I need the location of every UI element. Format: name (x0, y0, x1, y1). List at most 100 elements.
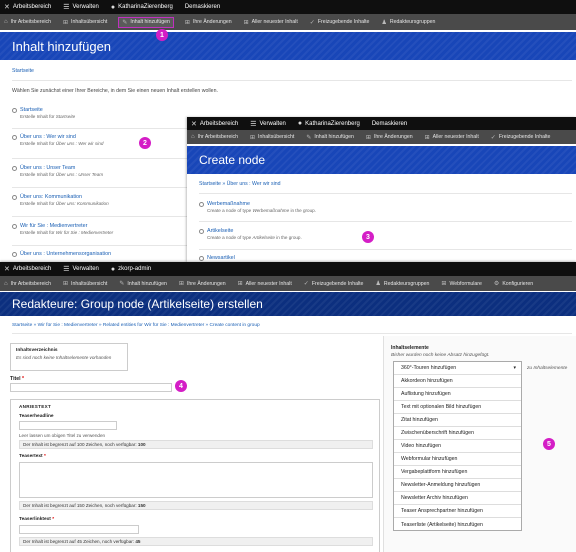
pencil-icon: ✎ (119, 281, 125, 287)
x-logo-icon: ✕ (4, 266, 10, 273)
toolbar-item-demaskieren[interactable]: Demaskieren (185, 4, 220, 10)
dropdown-option[interactable]: Zitat hinzufügen (394, 414, 521, 427)
dropdown-option[interactable]: Teaserliste (Artikelseite) hinzufügen (394, 518, 521, 531)
divider (12, 333, 572, 334)
chevron-circle-icon (12, 107, 17, 113)
sitemap-icon: ⊞ (424, 134, 430, 141)
tray-item-inhalt-hinzufuegen[interactable]: ✎ Inhalt hinzufügen (118, 16, 174, 28)
dropdown-option[interactable]: Akkordeon hinzufügen (394, 375, 521, 388)
step-badge: 4 (175, 380, 187, 392)
teaser-link-input[interactable] (19, 525, 139, 534)
list-item[interactable]: Newsartikel (199, 255, 572, 261)
paragraph-type-dropdown[interactable]: 360°-Touren hinzufügen ▾ Akkordeon hinzuf… (393, 361, 522, 531)
dropdown-option[interactable]: Vergabeplattform hinzufügen (394, 466, 521, 479)
tray-item-neuester-inhalt[interactable]: ⊞ Aller neuester Inhalt (237, 280, 292, 288)
dropdown-option[interactable]: 360°-Touren hinzufügen ▾ (394, 362, 521, 375)
user-icon: ● (110, 3, 116, 11)
check-icon: ✓ (490, 134, 496, 141)
toolbar-item-verwalten[interactable]: ☰ Verwalten (250, 120, 286, 128)
page-title: Redakteure: Group node (Artikelseite) er… (12, 297, 263, 311)
sitemap-icon: ⊞ (237, 281, 243, 287)
tray-item-webformulare[interactable]: ⊞ Webformulare (441, 280, 482, 288)
home-icon: ⌂ (4, 280, 8, 287)
step-badge: 1 (156, 29, 168, 41)
dropdown-option[interactable]: Webformular hinzufügen (394, 453, 521, 466)
toc-empty: Es sind noch keine Inhaltselemente vorha… (16, 355, 112, 360)
tray-item-neuester-inhalt[interactable]: ⊞ Aller neuester Inhalt (244, 19, 298, 26)
teaser-headline-input[interactable] (19, 421, 117, 430)
dropdown-option[interactable]: Zwischenüberschrift hinzufügen (394, 427, 521, 440)
list-item[interactable]: Werbemaßnahme Create a node of type Werb… (199, 201, 572, 213)
toolbar-item-arbeitsbereich[interactable]: ✕ Arbeitsbereich (4, 265, 51, 273)
toc-box: Inhaltsverzeichnis Es sind noch keine In… (10, 343, 128, 371)
breadcrumb[interactable]: Startseite » Wir für Sie : Medienvertret… (0, 323, 260, 328)
screen-create-node: ✕ Arbeitsbereich ☰ Verwalten ● KatharinaZie… (187, 117, 576, 262)
teaser-text-area[interactable] (19, 462, 373, 498)
chevron-circle-icon (12, 251, 17, 257)
dropdown-option[interactable]: Newsletter Archiv hinzufügen (394, 492, 521, 505)
page-title: Inhalt hinzufügen (12, 38, 112, 54)
tray-item-inhaltsuebersicht[interactable]: ⊞ Inhaltsübersicht (63, 280, 107, 288)
chevron-circle-icon (12, 194, 17, 200)
caret-down-icon: ▾ (513, 365, 516, 371)
page-title: Create node (199, 153, 266, 167)
tray-item-inhalt-hinzufuegen[interactable]: ✎ Inhalt hinzufügen (119, 280, 167, 288)
toolbar-item-verwalten[interactable]: ☰ Verwalten (63, 265, 99, 273)
breadcrumb[interactable]: Startseite (0, 68, 34, 74)
tray-item-freizugebende[interactable]: ✓ Freizugebende Inhalte (491, 134, 551, 141)
dropdown-option[interactable]: Text mit optionalen Bild hinzufügen (394, 401, 521, 414)
teaser-link-counter: Der Inhalt ist begrenzt auf 45 Zeichen, … (19, 537, 373, 546)
tray-item-aenderungen[interactable]: ⊞ Ihre Änderungen (366, 134, 413, 141)
tray-item-aenderungen[interactable]: ⊞ Ihre Änderungen (179, 280, 226, 288)
chevron-circle-icon (12, 165, 17, 171)
paragraphs-empty: Bisher wurden noch keine Absatz hinzugef… (391, 353, 490, 358)
dropdown-option[interactable]: Newsletter-Anmeldung hinzufügen (394, 479, 521, 492)
tray-item-arbeitsbereich[interactable]: ⌂ Ihr Arbeitsbereich (4, 281, 51, 287)
tray-item-arbeitsbereich[interactable]: ⌂ Ihr Arbeitsbereich (191, 134, 238, 140)
step-badge: 5 (543, 438, 555, 450)
fieldset-legend: ANRIESTEXT (19, 404, 52, 409)
toolbar-item-demaskieren[interactable]: Demaskieren (372, 121, 407, 127)
tray-item-inhalt-hinzufuegen[interactable]: ✎ Inhalt hinzufügen (306, 134, 354, 141)
tray-item-freizugebende[interactable]: ✓ Freizugebende Inhalte (304, 280, 364, 288)
group-icon: ♟ (381, 19, 387, 26)
teaser-fieldset: ANRIESTEXT Teaserheadline Leer lassen um… (10, 399, 380, 552)
dropdown-option[interactable]: Video hinzufügen (394, 440, 521, 453)
tray-item-redakteursgruppen[interactable]: ♟ Redakteursgruppen (375, 280, 429, 288)
tray-item-redakteursgruppen[interactable]: ♟ Redakteursgruppen (381, 19, 435, 26)
tray-item-konfigurieren[interactable]: ⚙ Konfigurieren (494, 280, 533, 288)
page-banner: Inhalt hinzufügen (0, 32, 576, 60)
home-icon: ⌂ (191, 134, 195, 140)
toolbar-item-user[interactable]: ● KatharinaZierenberg (111, 4, 173, 11)
toolbar-item-user[interactable]: ● KatharinaZierenberg (298, 120, 360, 127)
x-logo-icon: ✕ (4, 4, 10, 11)
divider (199, 221, 572, 222)
tray-item-inhaltsuebersicht[interactable]: ⊞ Inhaltsübersicht (250, 134, 294, 141)
page-banner: Redakteure: Group node (Artikelseite) er… (0, 292, 576, 316)
hamburger-icon: ☰ (63, 266, 70, 273)
sitemap-icon: ⊞ (184, 19, 190, 26)
tray-item-arbeitsbereich[interactable]: ⌂ Ihr Arbeitsbereich (4, 19, 51, 25)
toolbar-item-arbeitsbereich[interactable]: ✕ Arbeitsbereich (191, 120, 238, 128)
title-input[interactable] (10, 383, 172, 392)
toc-label: Inhaltsverzeichnis (16, 348, 58, 353)
step-badge: 2 (139, 137, 151, 149)
chevron-circle-icon (12, 134, 17, 140)
chevron-circle-icon (199, 228, 204, 234)
tray-item-aenderungen[interactable]: ⊞ Ihre Änderungen (185, 19, 232, 26)
tray-item-inhaltsuebersicht[interactable]: ⊞ Inhaltsübersicht (63, 19, 107, 26)
admin-toolbar: ✕ Arbeitsbereich ☰ Verwalten ● KatharinaZie… (187, 117, 576, 130)
breadcrumb[interactable]: Startseite » Über uns : Wer wir sind (187, 181, 281, 187)
toolbar-item-arbeitsbereich[interactable]: ✕ Arbeitsbereich (4, 3, 51, 11)
dropdown-option[interactable]: Teaser Ansprechpartner hinzufügen (394, 505, 521, 518)
tray-item-neuester-inhalt[interactable]: ⊞ Aller neuester Inhalt (425, 134, 479, 141)
toolbar-item-verwalten[interactable]: ☰ Verwalten (63, 3, 99, 11)
toolbar-item-user[interactable]: ● zkorp-admin (111, 266, 151, 273)
teaser-text-label: Teasertext * (19, 454, 46, 459)
divider (199, 193, 572, 194)
tray-item-freizugebende[interactable]: ✓ Freizugebende Inhalte (310, 19, 370, 26)
list-item[interactable]: Artikelseite Create a node of type Artik… (199, 228, 572, 240)
dropdown-option[interactable]: Auflistung hinzufügen (394, 388, 521, 401)
user-icon: ● (110, 265, 116, 273)
sitemap-icon: ⊞ (63, 19, 69, 26)
